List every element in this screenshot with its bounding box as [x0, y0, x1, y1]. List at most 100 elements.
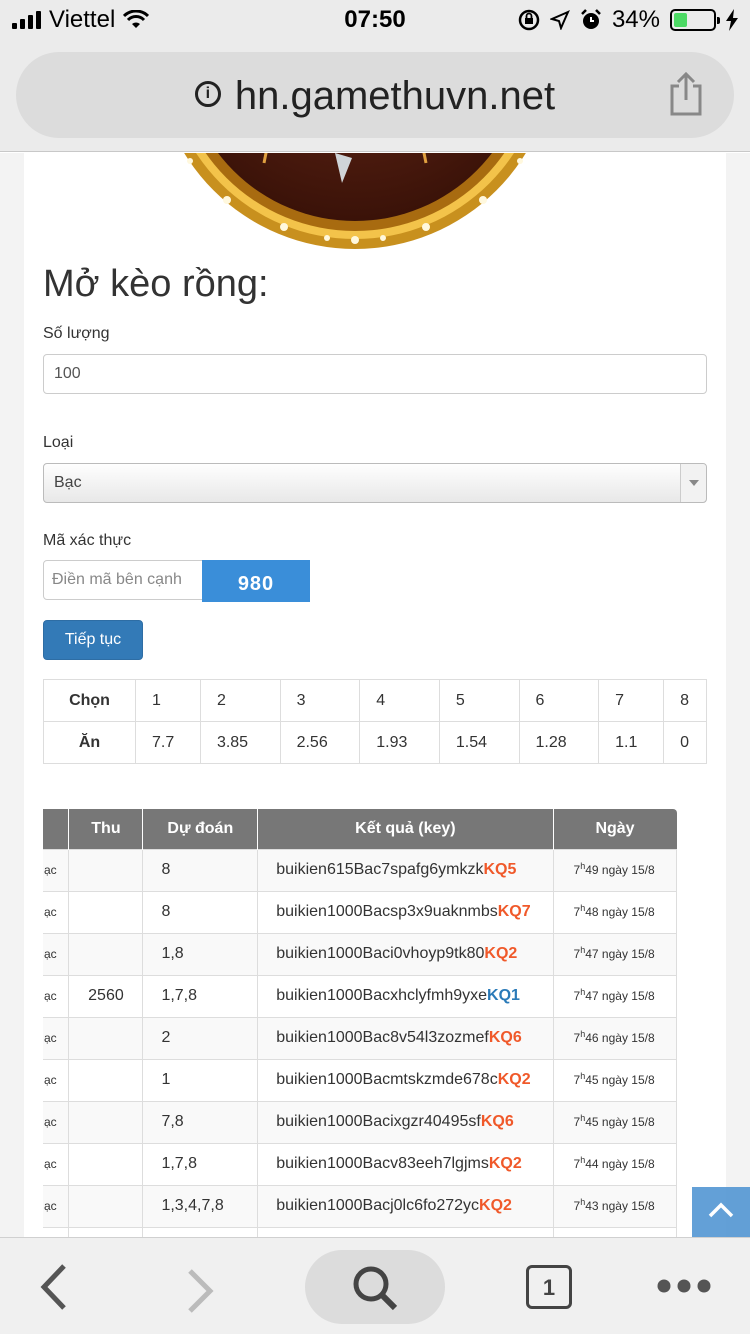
- thu-cell: 2560: [68, 974, 144, 1018]
- key-cell: buikien1000Bacsp3x9uaknmbsKQ7: [257, 890, 554, 934]
- guess-cell: 2: [142, 1016, 259, 1060]
- key-text: buikien1000Bacj0lc6fo272yc: [276, 1197, 480, 1214]
- date-rest: 46 ngày 15/8: [585, 1031, 655, 1045]
- type-select[interactable]: Bạc: [43, 463, 707, 503]
- history-row: ạc 8 buikien615Bac7spafg6ymkzkKQ5 7h49 ngày…: [43, 848, 678, 892]
- date-hour-suffix: h: [580, 861, 586, 871]
- history-row: [43, 1226, 678, 1237]
- history-table: Thu Dự đoán Kết quả (key) Ngày ạc 8 buikie…: [43, 809, 678, 1237]
- date-cell: 7h47 ngày 15/8: [552, 932, 678, 976]
- battery-level-fill: [674, 13, 687, 27]
- date-column-header: Ngày: [553, 809, 677, 849]
- search-button[interactable]: [305, 1250, 445, 1324]
- type-selected-value: Bạc: [54, 474, 82, 491]
- info-icon[interactable]: i: [194, 81, 221, 108]
- chevron-up-icon: [708, 1202, 734, 1218]
- share-icon[interactable]: [666, 72, 706, 116]
- date-hour-suffix: h: [580, 1029, 586, 1039]
- date-rest: 45 ngày 15/8: [585, 1073, 655, 1087]
- status-bar: Viettel 07:50 34%: [0, 0, 750, 40]
- key-text: buikien1000Baci0vhoyp9tk80: [276, 945, 485, 962]
- date-hour-suffix: h: [580, 1197, 586, 1207]
- history-row: ạc 1,8 buikien1000Baci0vhoyp9tk80KQ2 7h47 n…: [43, 932, 678, 976]
- address-bar[interactable]: i hn.gamethuvn.net: [16, 52, 734, 138]
- choice-cell: 4: [359, 679, 440, 722]
- date-hour-suffix: h: [580, 1071, 586, 1081]
- history-row: ạc 2560 1,7,8 buikien1000Bacxhclyfmh9yxeKQ1…: [43, 974, 678, 1018]
- date-cell: 7h43 ngày 15/8: [552, 1184, 678, 1228]
- payout-cell: 7.7: [135, 721, 201, 764]
- type-cell: ạc: [43, 1184, 70, 1228]
- forward-icon[interactable]: [186, 1268, 216, 1314]
- payout-cell: 1.93: [359, 721, 440, 764]
- key-text: buikien1000Bacsp3x9uaknmbs: [276, 903, 498, 920]
- payout-cell: 1.28: [518, 721, 600, 764]
- guess-column-header: Dự đoán: [142, 809, 259, 849]
- date-rest: 44 ngày 15/8: [585, 1157, 655, 1171]
- location-icon: [549, 10, 570, 30]
- payout-cell: 1.1: [598, 721, 665, 764]
- key-cell: buikien615Bac7spafg6ymkzkKQ5: [257, 848, 554, 892]
- choice-cell: 2: [199, 679, 281, 722]
- thu-cell: [68, 1142, 144, 1186]
- choice-cell: 5: [438, 679, 520, 722]
- date-rest: 43 ngày 15/8: [585, 1199, 655, 1213]
- key-text: buikien1000Bacmtskzmde678c: [276, 1071, 498, 1088]
- result-badge: KQ6: [488, 1029, 522, 1046]
- thu-cell: [68, 890, 144, 934]
- thu-cell: [68, 1058, 144, 1102]
- result-badge: KQ7: [497, 903, 531, 920]
- back-icon[interactable]: [38, 1262, 68, 1312]
- type-cell: ạc: [43, 1016, 70, 1060]
- odds-table: Chọn 1 2 3 4 5 6 7 8 Ăn 7.7 3.85 2.56 1.…: [43, 679, 707, 764]
- orientation-lock-icon: [518, 9, 540, 31]
- type-label: Loại: [43, 434, 74, 451]
- history-body: ạc 8 buikien615Bac7spafg6ymkzkKQ5 7h49 ngày…: [43, 848, 678, 1237]
- payout-cell: 0: [663, 721, 707, 764]
- thu-cell: [68, 1184, 144, 1228]
- tabs-button[interactable]: 1: [526, 1265, 572, 1309]
- date-hour-suffix: h: [580, 987, 586, 997]
- thu-cell: [68, 1226, 144, 1237]
- date-hour-suffix: h: [580, 1155, 586, 1165]
- guess-cell: 8: [142, 890, 259, 934]
- date-cell: 7h45 ngày 15/8: [552, 1058, 678, 1102]
- date-rest: 49 ngày 15/8: [585, 863, 655, 877]
- quantity-input[interactable]: 100: [43, 354, 707, 394]
- date-rest: 48 ngày 15/8: [585, 905, 655, 919]
- result-badge: KQ2: [484, 945, 518, 962]
- guess-cell: 1: [142, 1058, 259, 1102]
- history-row: ạc 8 buikien1000Bacsp3x9uaknmbsKQ7 7h48 ngà…: [43, 890, 678, 934]
- history-header-row: Thu Dự đoán Kết quả (key) Ngày: [43, 809, 677, 849]
- key-cell: buikien1000Baci0vhoyp9tk80KQ2: [257, 932, 554, 976]
- charging-icon: [726, 9, 738, 31]
- date-cell: 7h45 ngày 15/8: [552, 1100, 678, 1144]
- key-text: buikien1000Bacv83eeh7lgjms: [276, 1155, 489, 1172]
- key-cell: buikien1000Bacmtskzmde678cKQ2: [257, 1058, 554, 1102]
- choose-header: Chọn: [43, 679, 136, 722]
- thu-cell: [68, 1016, 144, 1060]
- status-right: 34%: [518, 6, 738, 34]
- key-cell: buikien1000Bacv83eeh7lgjmsKQ2: [257, 1142, 554, 1186]
- scroll-to-top-button[interactable]: [692, 1187, 750, 1237]
- choice-cell: 8: [663, 679, 707, 722]
- captcha-input[interactable]: Điền mã bên cạnh: [43, 560, 203, 600]
- chevron-down-icon[interactable]: [680, 464, 706, 502]
- quantity-label: Số lượng: [43, 325, 110, 342]
- date-cell: 7h48 ngày 15/8: [552, 890, 678, 934]
- key-cell: buikien1000Bacxhclyfmh9yxeKQ1: [257, 974, 554, 1018]
- history-table-scroll[interactable]: Thu Dự đoán Kết quả (key) Ngày ạc 8 buikie…: [43, 809, 707, 1237]
- key-text: buikien1000Bacxhclyfmh9yxe: [276, 987, 488, 1004]
- guess-cell: 1,7,8: [142, 1142, 259, 1186]
- page-heading: Mở kèo rồng:: [43, 263, 269, 305]
- key-cell: buikien1000Bacixgzr40495sfKQ6: [257, 1100, 554, 1144]
- more-icon[interactable]: [656, 1278, 712, 1294]
- choice-cell: 7: [598, 679, 665, 722]
- type-cell: ạc: [43, 974, 70, 1018]
- date-rest: 45 ngày 15/8: [585, 1115, 655, 1129]
- captcha-label: Mã xác thực: [43, 532, 132, 549]
- history-row: ạc 7,8 buikien1000Bacixgzr40495sfKQ6 7h45 n…: [43, 1100, 678, 1144]
- payout-cell: 2.56: [279, 721, 361, 764]
- continue-button[interactable]: Tiếp tục: [43, 620, 143, 660]
- choice-cell: 1: [135, 679, 201, 722]
